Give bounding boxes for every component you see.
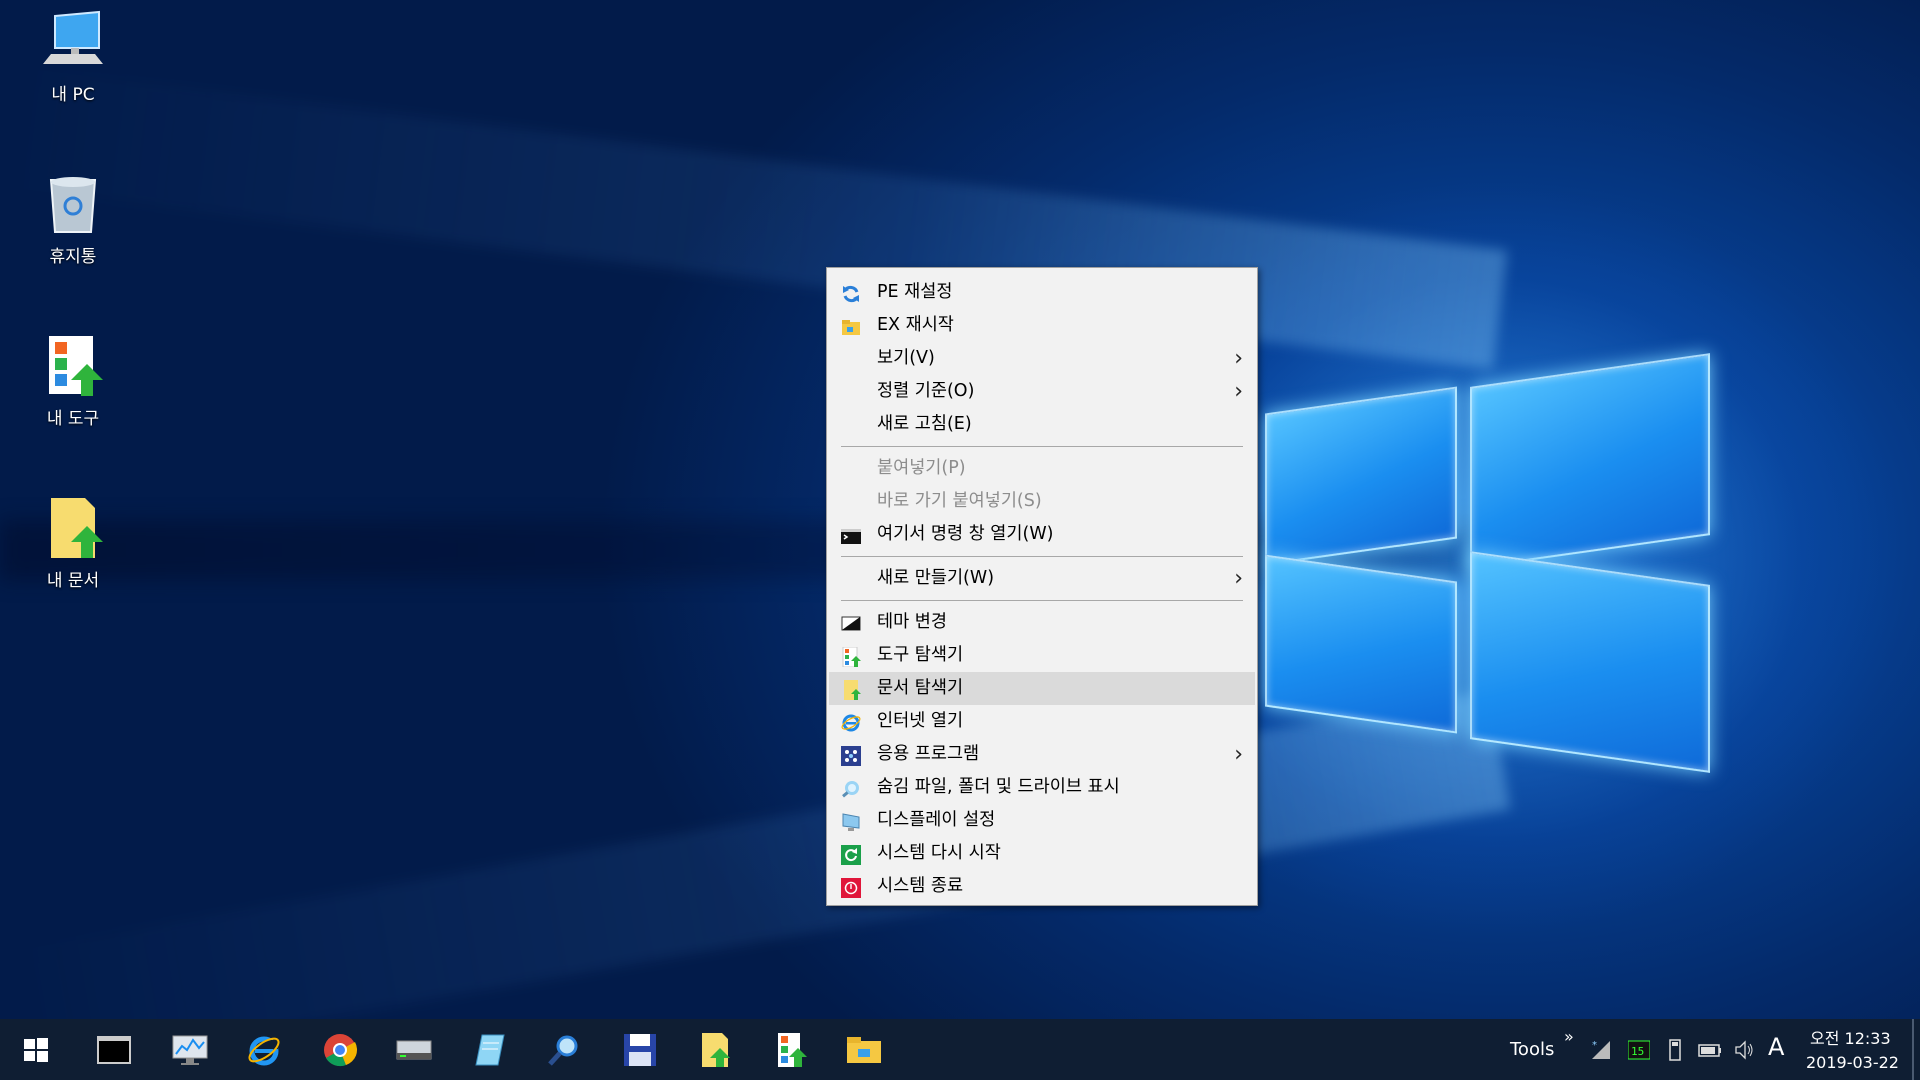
tools-toolbar-label[interactable]: Tools xyxy=(1510,1039,1554,1060)
chevron-right-icon: › xyxy=(1234,379,1243,404)
volume-icon[interactable] xyxy=(1734,1039,1756,1061)
show-desktop-button[interactable] xyxy=(1912,1019,1914,1080)
clock-date[interactable]: 2019-03-22 xyxy=(1806,1053,1899,1072)
chevron-double-right-icon[interactable]: » xyxy=(1564,1027,1574,1046)
taskbar-ie-button[interactable] xyxy=(236,1027,292,1073)
desktop[interactable]: 내 PC 휴지통 내 도구 내 문서 PE 재설정 EX 재시작 보기(V) ›… xyxy=(0,0,1920,1019)
wallpaper-light-beam xyxy=(3,67,1508,370)
desktop-icon-my-documents[interactable]: 내 문서 xyxy=(20,496,126,591)
taskbar-explorer-button[interactable] xyxy=(836,1027,892,1073)
menu-item-refresh[interactable]: 새로 고침(E) xyxy=(827,408,1257,441)
chevron-right-icon: › xyxy=(1234,566,1243,591)
desktop-icon-my-pc[interactable]: 내 PC xyxy=(20,10,126,105)
menu-separator xyxy=(841,446,1243,447)
menu-item-tools-explorer[interactable]: 도구 탐색기 xyxy=(827,639,1257,672)
desktop-icon-my-tools[interactable]: 내 도구 xyxy=(20,334,126,429)
chevron-right-icon: › xyxy=(1234,346,1243,371)
taskbar-save-button[interactable] xyxy=(612,1027,668,1073)
taskbar-cmd-button[interactable] xyxy=(86,1027,142,1073)
menu-item-document-explorer[interactable]: 문서 탐색기 xyxy=(829,672,1255,705)
search-icon xyxy=(548,1035,578,1066)
hidden-files-icon xyxy=(841,778,861,798)
computer-icon xyxy=(41,10,105,74)
menu-separator xyxy=(841,600,1243,601)
ie-icon xyxy=(248,1036,280,1066)
menu-item-display-settings[interactable]: 디스플레이 설정 xyxy=(827,804,1257,837)
taskbar-drive-button[interactable] xyxy=(386,1027,442,1073)
ie-icon xyxy=(841,712,861,732)
documents-icon xyxy=(702,1033,730,1067)
desktop-icon-recycle-bin[interactable]: 휴지통 xyxy=(20,172,126,267)
clock-time[interactable]: 오전 12:33 xyxy=(1810,1025,1891,1049)
chrome-icon xyxy=(324,1034,358,1067)
drive-icon xyxy=(396,1040,432,1060)
taskbar-notepad-button[interactable] xyxy=(462,1027,518,1073)
start-button[interactable] xyxy=(8,1027,64,1073)
refresh-icon xyxy=(841,283,861,303)
network-icon[interactable]: * xyxy=(1590,1039,1612,1061)
menu-item-open-internet[interactable]: 인터넷 열기 xyxy=(827,705,1257,738)
shutdown-icon xyxy=(841,877,861,898)
explorer-icon xyxy=(847,1037,881,1063)
chevron-right-icon: › xyxy=(1234,742,1243,767)
taskbar-search-button[interactable] xyxy=(536,1027,592,1073)
display-icon xyxy=(841,811,861,831)
taskbar-documents-button[interactable] xyxy=(688,1027,744,1073)
menu-item-ex-restart[interactable]: EX 재시작 xyxy=(827,309,1257,342)
battery-icon[interactable] xyxy=(1698,1039,1721,1061)
menu-item-paste: 붙여넣기(P) xyxy=(877,458,966,478)
menu-item-open-command-window[interactable]: 여기서 명령 창 열기(W) xyxy=(827,518,1257,551)
menu-item-change-theme[interactable]: 테마 변경 xyxy=(827,606,1257,639)
cmd-icon xyxy=(97,1036,131,1064)
svg-text:*: * xyxy=(1592,1040,1597,1051)
folder-icon xyxy=(841,316,861,336)
theme-icon xyxy=(841,613,861,633)
menu-separator xyxy=(841,556,1243,557)
documents-shortcut-icon xyxy=(41,496,105,560)
menu-item-show-hidden-files[interactable]: 숨김 파일, 폴더 및 드라이브 표시 xyxy=(827,771,1257,804)
menu-item-paste-shortcut: 바로 가기 붙여넣기(S) xyxy=(877,491,1042,511)
menu-item-applications[interactable]: 응용 프로그램 › xyxy=(827,738,1257,771)
desktop-context-menu: PE 재설정 EX 재시작 보기(V) › 정렬 기준(O) › 새로 고침(E… xyxy=(826,267,1258,906)
menu-item-new[interactable]: 새로 만들기(W) › xyxy=(827,562,1257,595)
menu-item-system-shutdown[interactable]: 시스템 종료 xyxy=(827,870,1257,903)
cmd-icon xyxy=(841,525,861,545)
start-icon xyxy=(24,1038,48,1062)
svg-text:15: 15 xyxy=(1631,1045,1644,1058)
restart-icon xyxy=(841,844,861,865)
notepad-icon xyxy=(475,1034,505,1066)
windows-logo-wallpaper xyxy=(1255,340,1715,780)
menu-item-pe-reset[interactable]: PE 재설정 xyxy=(827,276,1257,309)
menu-item-sort-by[interactable]: 정렬 기준(O) › xyxy=(827,375,1257,408)
recycle-bin-icon xyxy=(41,172,105,236)
cpu-monitor-icon[interactable]: 15 xyxy=(1627,1039,1651,1061)
usb-drive-icon[interactable] xyxy=(1664,1039,1686,1061)
save-icon xyxy=(624,1034,656,1066)
document-icon xyxy=(841,679,861,700)
taskbar-monitor-button[interactable] xyxy=(162,1027,218,1073)
menu-item-view[interactable]: 보기(V) › xyxy=(827,342,1257,375)
menu-item-system-restart[interactable]: 시스템 다시 시작 xyxy=(827,837,1257,870)
tools-icon xyxy=(778,1033,807,1067)
taskbar: Tools » * 15 A 오전 12:33 2019-03-22 xyxy=(0,1019,1920,1080)
tools-shortcut-icon xyxy=(41,334,105,398)
taskbar-tools-button[interactable] xyxy=(764,1027,820,1073)
monitor-icon xyxy=(172,1035,208,1065)
ime-indicator[interactable]: A xyxy=(1768,1033,1784,1061)
tools-icon xyxy=(841,646,861,668)
taskbar-chrome-button[interactable] xyxy=(312,1027,368,1073)
apps-icon xyxy=(841,745,861,766)
